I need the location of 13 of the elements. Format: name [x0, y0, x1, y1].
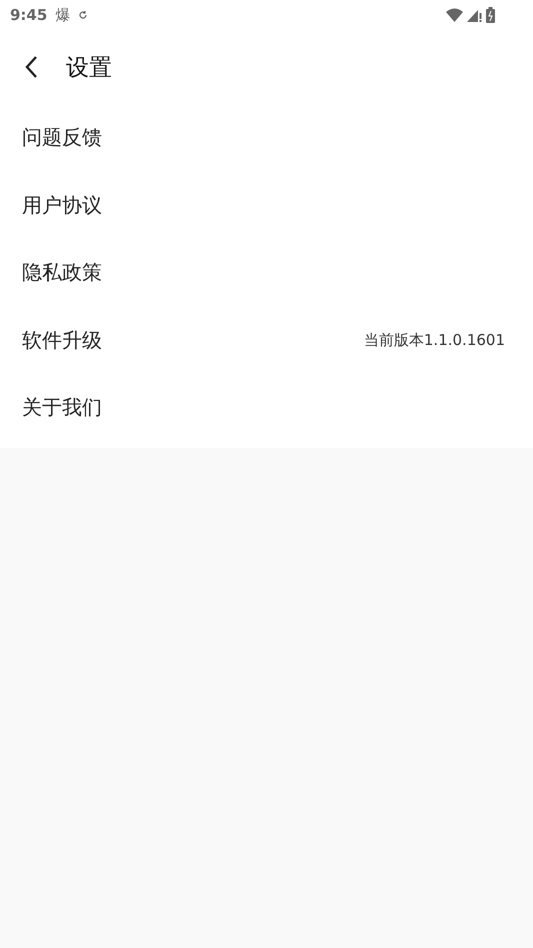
- settings-item[interactable]: 问题反馈: [0, 104, 533, 172]
- battery-icon: [486, 7, 495, 23]
- settings-item[interactable]: 隐私政策: [0, 239, 533, 306]
- settings-item[interactable]: 用户协议: [0, 172, 533, 239]
- page-title: 设置: [66, 54, 112, 82]
- sync-icon: [78, 10, 88, 20]
- signal-icon: [467, 8, 482, 22]
- wifi-icon: [446, 8, 463, 22]
- settings-item[interactable]: 软件升级 当前版本1.1.0.1601: [0, 306, 533, 374]
- version-text: 当前版本1.1.0.1601: [364, 330, 505, 350]
- settings-item[interactable]: 关于我们: [0, 374, 533, 442]
- status-time: 9:45: [10, 6, 48, 24]
- notification-icon: 爆: [55, 6, 70, 24]
